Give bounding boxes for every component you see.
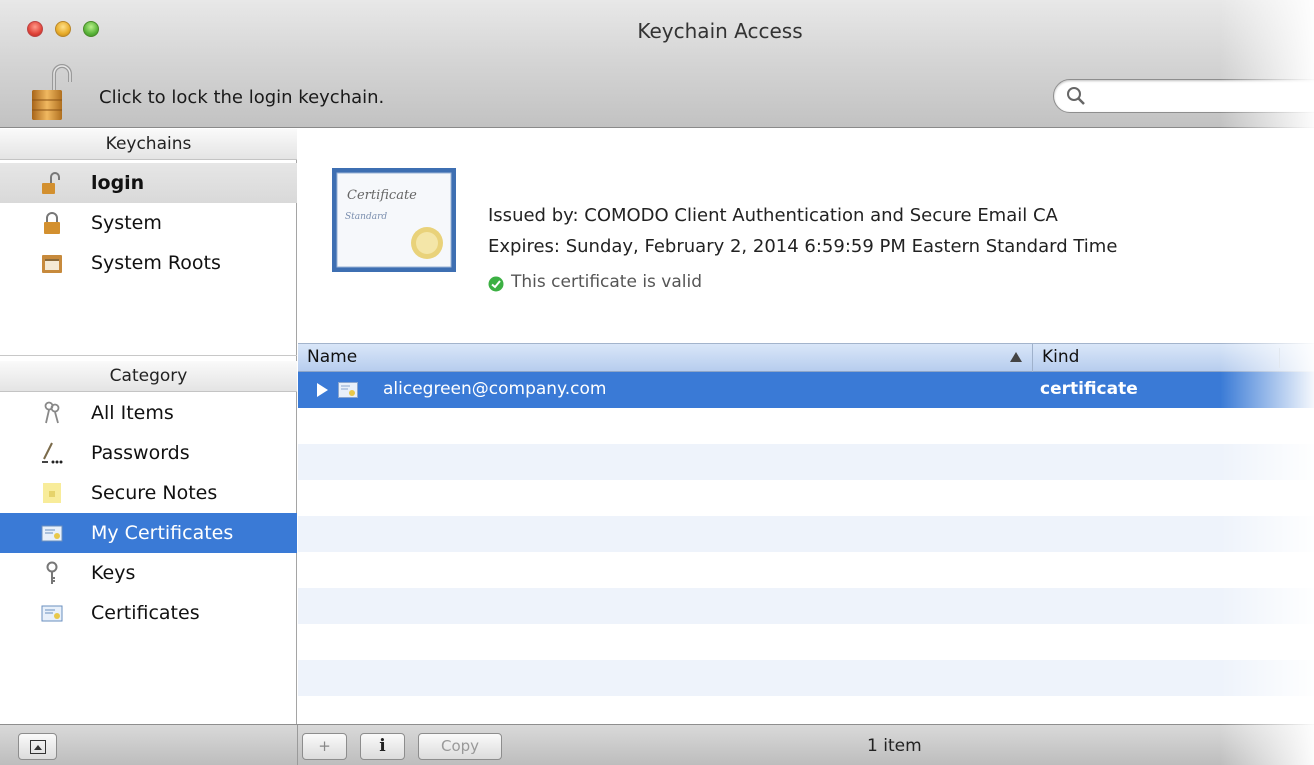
bottom-bar-divider (297, 725, 298, 765)
pen-ellipsis-icon (42, 442, 63, 464)
show-sidebar-button[interactable] (18, 733, 57, 760)
sidebar-item-system[interactable]: System (0, 203, 297, 243)
copy-button[interactable]: Copy (418, 733, 502, 760)
sidebar-item-system-roots[interactable]: System Roots (0, 243, 297, 283)
row-kind-cell: certificate (1040, 379, 1138, 399)
certificate-preview-icon: Certificate Standard (331, 167, 457, 273)
add-item-button[interactable]: + (302, 733, 347, 760)
empty-row (298, 480, 1314, 516)
empty-row (298, 552, 1314, 588)
sidebar-item-label: Keys (91, 562, 136, 584)
empty-row (298, 624, 1314, 660)
certificate-card-icon (41, 525, 63, 542)
sidebar: Keychains login System System Roots Cate… (0, 129, 297, 724)
sidebar-divider[interactable] (0, 355, 297, 356)
items-table: alicegreen@company.com certificate (298, 372, 1314, 724)
column-header-kind[interactable]: Kind (1042, 347, 1079, 367)
empty-row (298, 660, 1314, 696)
get-info-button[interactable]: i (360, 733, 405, 760)
empty-row (298, 408, 1314, 444)
unlocked-padlock-icon (42, 172, 60, 194)
search-input[interactable] (1092, 84, 1314, 108)
sidebar-item-secure-notes[interactable]: Secure Notes (0, 473, 297, 513)
table-header: Name Kind (298, 343, 1314, 372)
cabinet-icon (42, 255, 62, 273)
column-divider[interactable] (1032, 344, 1033, 372)
cert-art-title: Certificate (347, 188, 417, 203)
sidebar-item-label: Passwords (91, 442, 190, 464)
keys-icon (44, 401, 60, 424)
disclosure-triangle-icon[interactable] (317, 383, 328, 397)
search-field[interactable] (1053, 79, 1314, 113)
sidebar-item-label: System Roots (91, 252, 221, 274)
sort-ascending-icon[interactable] (1010, 352, 1022, 362)
sidebar-item-label: All Items (91, 402, 174, 424)
sidebar-item-all-items[interactable]: All Items (0, 393, 297, 433)
empty-row (298, 588, 1314, 624)
unlocked-padlock-icon[interactable] (30, 62, 74, 122)
lock-keychain-label[interactable]: Click to lock the login keychain. (99, 87, 384, 108)
certificate-card-icon (338, 382, 358, 398)
sidebar-item-certificates[interactable]: Certificates (0, 593, 297, 633)
row-name-cell: alicegreen@company.com (383, 379, 607, 399)
sidebar-item-login[interactable]: login (0, 163, 297, 203)
table-row[interactable]: alicegreen@company.com certificate (298, 372, 1314, 408)
validity-status: This certificate is valid (511, 272, 703, 292)
sidebar-item-label: Secure Notes (91, 482, 218, 504)
cert-art-subtitle: Standard (345, 212, 387, 222)
key-icon (46, 561, 58, 584)
expires-text: Expires: Sunday, February 2, 2014 6:59:5… (488, 236, 1118, 257)
empty-row (298, 516, 1314, 552)
bottom-bar: + i Copy 1 item (0, 724, 1314, 765)
search-icon (1067, 87, 1085, 105)
sidebar-item-label: Certificates (91, 602, 200, 624)
empty-row (298, 444, 1314, 480)
window-title: Keychain Access (637, 19, 803, 43)
sidebar-item-keys[interactable]: Keys (0, 553, 297, 593)
sidebar-item-label: login (91, 172, 145, 194)
column-divider[interactable] (1279, 348, 1280, 368)
keychains-header: Keychains (0, 129, 297, 160)
category-header: Category (0, 361, 297, 392)
item-count: 1 item (867, 736, 922, 756)
main-pane: Certificate Standard Issued by: COMODO C… (298, 129, 1314, 724)
title-toolbar: Keychain Access Click to lock the login … (0, 0, 1314, 128)
note-icon (43, 483, 61, 503)
sidebar-item-label: My Certificates (91, 522, 234, 544)
column-header-name[interactable]: Name (307, 347, 357, 367)
checkmark-circle-icon (488, 276, 504, 292)
sidebar-item-my-certificates[interactable]: My Certificates (0, 513, 297, 553)
sidebar-toggle-icon (29, 740, 46, 754)
sidebar-item-passwords[interactable]: Passwords (0, 433, 297, 473)
issued-by-text: Issued by: COMODO Client Authentication … (488, 205, 1058, 226)
certificate-card-icon (41, 605, 63, 622)
keychain-access-window: Keychain Access Click to lock the login … (0, 0, 1314, 765)
padlock-icon (44, 212, 60, 234)
sidebar-item-label: System (91, 212, 162, 234)
